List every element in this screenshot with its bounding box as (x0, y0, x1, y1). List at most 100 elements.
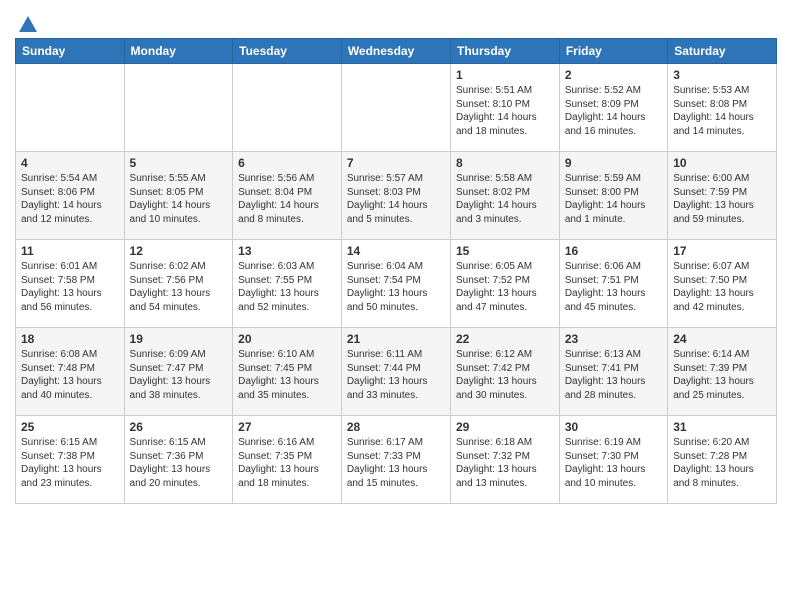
day-info: Sunrise: 6:01 AM (21, 260, 119, 274)
calendar-cell (16, 64, 125, 152)
day-number: 8 (456, 156, 554, 170)
day-info: Sunset: 7:30 PM (565, 450, 662, 464)
day-info: Sunset: 7:56 PM (130, 274, 228, 288)
calendar-cell (341, 64, 450, 152)
day-number: 28 (347, 420, 445, 434)
day-info: Sunset: 8:05 PM (130, 186, 228, 200)
calendar-cell: 20Sunrise: 6:10 AMSunset: 7:45 PMDayligh… (233, 328, 342, 416)
day-header-thursday: Thursday (450, 39, 559, 64)
day-info: Sunrise: 5:59 AM (565, 172, 662, 186)
day-info: Sunrise: 6:12 AM (456, 348, 554, 362)
day-number: 13 (238, 244, 336, 258)
day-number: 1 (456, 68, 554, 82)
calendar-cell: 21Sunrise: 6:11 AMSunset: 7:44 PMDayligh… (341, 328, 450, 416)
day-info: Sunrise: 6:00 AM (673, 172, 771, 186)
day-number: 29 (456, 420, 554, 434)
calendar-cell: 23Sunrise: 6:13 AMSunset: 7:41 PMDayligh… (559, 328, 667, 416)
calendar-cell: 30Sunrise: 6:19 AMSunset: 7:30 PMDayligh… (559, 416, 667, 504)
day-number: 4 (21, 156, 119, 170)
day-info: Sunrise: 5:57 AM (347, 172, 445, 186)
day-info: Sunrise: 5:52 AM (565, 84, 662, 98)
calendar-cell: 12Sunrise: 6:02 AMSunset: 7:56 PMDayligh… (124, 240, 233, 328)
calendar-cell: 27Sunrise: 6:16 AMSunset: 7:35 PMDayligh… (233, 416, 342, 504)
calendar-cell: 1 Sunrise: 5:51 AMSunset: 8:10 PMDaylight… (450, 64, 559, 152)
calendar-cell: 29Sunrise: 6:18 AMSunset: 7:32 PMDayligh… (450, 416, 559, 504)
day-info: Daylight: 14 hours and 16 minutes. (565, 111, 662, 138)
day-info: Sunset: 7:54 PM (347, 274, 445, 288)
day-info: Sunset: 8:06 PM (21, 186, 119, 200)
day-info: Sunrise: 6:06 AM (565, 260, 662, 274)
day-info: Sunset: 7:58 PM (21, 274, 119, 288)
day-info: Daylight: 13 hours and 56 minutes. (21, 287, 119, 314)
day-info: Daylight: 13 hours and 42 minutes. (673, 287, 771, 314)
day-info: Daylight: 13 hours and 47 minutes. (456, 287, 554, 314)
day-info: Daylight: 13 hours and 54 minutes. (130, 287, 228, 314)
day-number: 2 (565, 68, 662, 82)
day-info: Daylight: 13 hours and 25 minutes. (673, 375, 771, 402)
calendar-cell: 5Sunrise: 5:55 AMSunset: 8:05 PMDaylight… (124, 152, 233, 240)
day-info: Sunrise: 6:09 AM (130, 348, 228, 362)
day-info: Sunrise: 6:10 AM (238, 348, 336, 362)
calendar-table: SundayMondayTuesdayWednesdayThursdayFrid… (15, 38, 777, 504)
day-info: Sunrise: 6:03 AM (238, 260, 336, 274)
day-info: Daylight: 14 hours and 10 minutes. (130, 199, 228, 226)
calendar-cell: 15Sunrise: 6:05 AMSunset: 7:52 PMDayligh… (450, 240, 559, 328)
day-number: 22 (456, 332, 554, 346)
day-info: Sunset: 7:44 PM (347, 362, 445, 376)
day-info: Sunset: 7:33 PM (347, 450, 445, 464)
day-info: Sunset: 7:38 PM (21, 450, 119, 464)
day-info: Sunrise: 6:13 AM (565, 348, 662, 362)
day-info: Sunrise: 5:58 AM (456, 172, 554, 186)
calendar-cell (124, 64, 233, 152)
day-info: Sunset: 7:51 PM (565, 274, 662, 288)
day-info: Sunrise: 6:02 AM (130, 260, 228, 274)
day-info: Sunrise: 6:14 AM (673, 348, 771, 362)
day-info: Daylight: 14 hours and 18 minutes. (456, 111, 554, 138)
calendar-cell: 8 Sunrise: 5:58 AMSunset: 8:02 PMDaylight… (450, 152, 559, 240)
calendar-cell: 13Sunrise: 6:03 AMSunset: 7:55 PMDayligh… (233, 240, 342, 328)
day-info: Sunrise: 5:54 AM (21, 172, 119, 186)
day-info: Daylight: 13 hours and 13 minutes. (456, 463, 554, 490)
day-info: Sunset: 7:41 PM (565, 362, 662, 376)
day-info: Sunrise: 5:53 AM (673, 84, 771, 98)
day-info: Sunset: 7:48 PM (21, 362, 119, 376)
day-info: Sunrise: 6:07 AM (673, 260, 771, 274)
day-info: Sunset: 8:02 PM (456, 186, 554, 200)
day-info: Sunrise: 6:17 AM (347, 436, 445, 450)
calendar-cell: 11Sunrise: 6:01 AMSunset: 7:58 PMDayligh… (16, 240, 125, 328)
day-info: Daylight: 13 hours and 50 minutes. (347, 287, 445, 314)
calendar-header-row: SundayMondayTuesdayWednesdayThursdayFrid… (16, 39, 777, 64)
day-info: Sunset: 7:52 PM (456, 274, 554, 288)
day-info: Sunrise: 6:18 AM (456, 436, 554, 450)
day-info: Sunset: 8:10 PM (456, 98, 554, 112)
calendar-cell: 3Sunrise: 5:53 AMSunset: 8:08 PMDaylight… (668, 64, 777, 152)
day-info: Sunset: 7:35 PM (238, 450, 336, 464)
day-info: Sunset: 8:04 PM (238, 186, 336, 200)
day-number: 26 (130, 420, 228, 434)
day-header-monday: Monday (124, 39, 233, 64)
day-info: Sunrise: 6:16 AM (238, 436, 336, 450)
calendar-week-row: 11Sunrise: 6:01 AMSunset: 7:58 PMDayligh… (16, 240, 777, 328)
day-header-saturday: Saturday (668, 39, 777, 64)
day-info: Daylight: 13 hours and 30 minutes. (456, 375, 554, 402)
day-number: 24 (673, 332, 771, 346)
day-info: Daylight: 14 hours and 12 minutes. (21, 199, 119, 226)
day-number: 20 (238, 332, 336, 346)
day-info: Sunset: 7:28 PM (673, 450, 771, 464)
day-info: Daylight: 13 hours and 28 minutes. (565, 375, 662, 402)
day-info: Sunset: 7:50 PM (673, 274, 771, 288)
calendar-week-row: 1Sunrise: 5:51 AMSunset: 8:10 PMDaylight… (16, 64, 777, 152)
day-info: Daylight: 13 hours and 23 minutes. (21, 463, 119, 490)
day-number: 7 (347, 156, 445, 170)
calendar-week-row: 18Sunrise: 6:08 AMSunset: 7:48 PMDayligh… (16, 328, 777, 416)
day-info: Sunset: 7:39 PM (673, 362, 771, 376)
day-number: 10 (673, 156, 771, 170)
day-info: Daylight: 13 hours and 35 minutes. (238, 375, 336, 402)
day-info: Daylight: 14 hours and 8 minutes. (238, 199, 336, 226)
day-number: 14 (347, 244, 445, 258)
calendar-week-row: 25Sunrise: 6:15 AMSunset: 7:38 PMDayligh… (16, 416, 777, 504)
day-number: 18 (21, 332, 119, 346)
day-info: Daylight: 14 hours and 3 minutes. (456, 199, 554, 226)
day-info: Sunrise: 5:51 AM (456, 84, 554, 98)
calendar-cell: 31Sunrise: 6:20 AMSunset: 7:28 PMDayligh… (668, 416, 777, 504)
